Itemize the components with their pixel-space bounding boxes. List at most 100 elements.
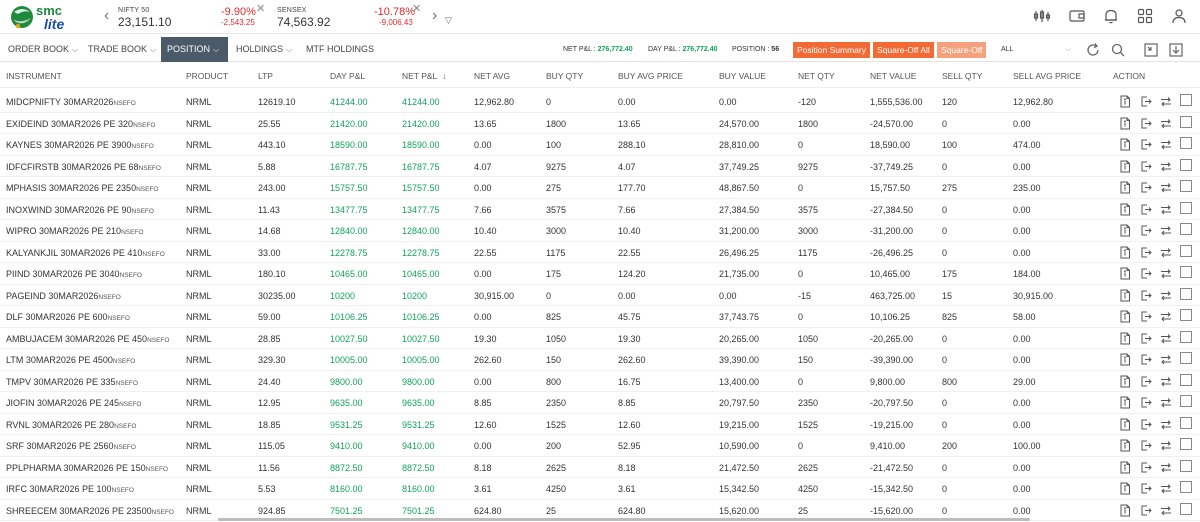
convert-position-icon[interactable] <box>1160 482 1172 495</box>
convert-position-icon[interactable] <box>1160 138 1172 151</box>
convert-position-icon[interactable] <box>1160 396 1172 409</box>
convert-position-icon[interactable] <box>1160 439 1172 452</box>
tab-mtf-holdings[interactable]: MTF HOLDINGS <box>300 37 380 62</box>
exit-position-icon[interactable] <box>1140 396 1152 409</box>
details-document-icon[interactable] <box>1119 439 1131 452</box>
row-select-checkbox[interactable] <box>1180 115 1192 128</box>
column-header-net-value[interactable]: NET VALUE <box>870 71 916 81</box>
details-document-icon[interactable] <box>1119 224 1131 237</box>
row-select-checkbox[interactable] <box>1180 395 1192 407</box>
convert-position-icon[interactable] <box>1160 332 1172 345</box>
exit-position-icon[interactable] <box>1140 482 1152 495</box>
column-header-buy-avg-price[interactable]: BUY AVG PRICE <box>618 71 683 81</box>
row-select-checkbox[interactable] <box>1180 137 1192 149</box>
exit-position-icon[interactable] <box>1140 138 1152 151</box>
table-row[interactable]: PIIND 30MAR2026 PE 3040NSEFO NRML 180.10 10… <box>0 263 1200 285</box>
details-document-icon[interactable] <box>1119 482 1131 495</box>
column-header-sell-qty[interactable]: SELL QTY <box>942 71 982 81</box>
table-row[interactable]: IRFC 30MAR2026 PE 100NSEFO NRML 5.53 8160.0… <box>0 478 1200 500</box>
convert-position-icon[interactable] <box>1160 375 1172 388</box>
convert-position-icon[interactable] <box>1160 160 1172 173</box>
exit-position-icon[interactable] <box>1140 418 1152 431</box>
details-document-icon[interactable] <box>1119 504 1131 517</box>
apps-grid-icon[interactable] <box>1136 8 1154 24</box>
details-document-icon[interactable] <box>1119 375 1131 388</box>
column-header-ltp[interactable]: LTP <box>258 71 273 81</box>
exit-position-icon[interactable] <box>1140 160 1152 173</box>
row-select-checkbox[interactable] <box>1180 416 1192 429</box>
details-document-icon[interactable] <box>1119 117 1131 130</box>
exit-position-icon[interactable] <box>1140 224 1152 237</box>
table-row[interactable]: LTM 30MAR2026 PE 4500NSEFO NRML 329.30 1000… <box>0 349 1200 371</box>
collapse-icon[interactable] <box>1143 42 1159 58</box>
table-row[interactable]: DLF 30MAR2026 PE 600NSEFO NRML 59.00 10106.… <box>0 306 1200 328</box>
exit-position-icon[interactable] <box>1140 439 1152 452</box>
column-header-net-avg[interactable]: NET AVG <box>474 71 510 81</box>
column-header-sell-avg-price[interactable]: SELL AVG PRICE <box>1013 71 1081 81</box>
horizontal-scrollbar[interactable] <box>218 518 1030 521</box>
table-row[interactable]: INOXWIND 30MAR2026 PE 90NSEFO NRML 11.43 13… <box>0 199 1200 220</box>
row-select-checkbox[interactable] <box>1180 180 1192 192</box>
exit-position-icon[interactable] <box>1140 181 1152 194</box>
square-off-all-button[interactable]: Square-Off All <box>873 42 934 58</box>
row-select-checkbox[interactable] <box>1180 201 1192 214</box>
exit-position-icon[interactable] <box>1140 203 1152 216</box>
details-document-icon[interactable] <box>1119 332 1131 345</box>
smc-lite-logo[interactable]: smc lite <box>8 2 88 32</box>
convert-position-icon[interactable] <box>1160 418 1172 431</box>
details-document-icon[interactable] <box>1119 246 1131 259</box>
table-row[interactable]: PPLPHARMA 30MAR2026 PE 150NSEFO NRML 11.56… <box>0 457 1200 478</box>
row-select-checkbox[interactable] <box>1180 438 1192 450</box>
index-dropdown-icon[interactable]: ▽ <box>445 12 452 28</box>
exit-position-icon[interactable] <box>1140 461 1152 474</box>
convert-position-icon[interactable] <box>1160 504 1172 517</box>
row-select-checkbox[interactable] <box>1180 330 1192 343</box>
details-document-icon[interactable] <box>1119 95 1131 108</box>
convert-position-icon[interactable] <box>1160 289 1172 302</box>
column-header-net-qty[interactable]: NET QTY <box>798 71 835 81</box>
row-select-checkbox[interactable] <box>1180 481 1192 493</box>
row-select-checkbox[interactable] <box>1180 287 1192 300</box>
prev-index-arrow-icon[interactable]: ‹ <box>104 8 109 24</box>
table-row[interactable]: SRF 30MAR2026 PE 2560NSEFO NRML 115.05 9410… <box>0 435 1200 457</box>
bell-icon[interactable] <box>1102 8 1120 24</box>
position-filter-select[interactable]: ALL ⌵ <box>997 43 1075 57</box>
table-row[interactable]: KALYANKJIL 30MAR2026 PE 410NSEFO NRML 33.0… <box>0 242 1200 263</box>
table-row[interactable]: WIPRO 30MAR2026 PE 210NSEFO NRML 14.68 1284… <box>0 220 1200 242</box>
convert-position-icon[interactable] <box>1160 117 1172 130</box>
convert-position-icon[interactable] <box>1160 267 1172 280</box>
search-icon[interactable] <box>1110 42 1126 58</box>
details-document-icon[interactable] <box>1119 138 1131 151</box>
table-row[interactable]: RVNL 30MAR2026 PE 280NSEFO NRML 18.85 9531.… <box>0 414 1200 435</box>
tab-position[interactable]: POSITION ⌵ <box>161 37 228 62</box>
position-summary-button[interactable]: Position Summary <box>793 42 870 58</box>
table-row[interactable]: AMBUJACEM 30MAR2026 PE 450NSEFO NRML 28.85… <box>0 328 1200 349</box>
convert-position-icon[interactable] <box>1160 310 1172 323</box>
exit-position-icon[interactable] <box>1140 95 1152 108</box>
row-select-checkbox[interactable] <box>1180 244 1192 257</box>
exit-position-icon[interactable] <box>1140 353 1152 366</box>
table-row[interactable]: JIOFIN 30MAR2026 PE 245NSEFO NRML 12.95 963… <box>0 392 1200 414</box>
row-select-checkbox[interactable] <box>1180 266 1192 278</box>
exit-position-icon[interactable] <box>1140 246 1152 259</box>
tab-holdings[interactable]: HOLDINGS ⌵ <box>230 37 298 62</box>
column-header-net-pnl[interactable]: NET P&L ↓ <box>402 71 447 81</box>
convert-position-icon[interactable] <box>1160 246 1172 259</box>
convert-position-icon[interactable] <box>1160 461 1172 474</box>
table-row[interactable]: PAGEIND 30MAR2026NSEFO NRML 30235.00 10200 1… <box>0 285 1200 306</box>
table-row[interactable]: TMPV 30MAR2026 PE 335NSEFO NRML 24.40 9800.… <box>0 371 1200 392</box>
convert-position-icon[interactable] <box>1160 181 1172 194</box>
details-document-icon[interactable] <box>1119 310 1131 323</box>
convert-position-icon[interactable] <box>1160 353 1172 366</box>
convert-position-icon[interactable] <box>1160 95 1172 108</box>
details-document-icon[interactable] <box>1119 461 1131 474</box>
user-icon[interactable] <box>1170 8 1188 24</box>
row-select-checkbox[interactable] <box>1180 158 1192 171</box>
details-document-icon[interactable] <box>1119 203 1131 216</box>
row-select-checkbox[interactable] <box>1180 502 1192 515</box>
table-row[interactable]: IDFCFIRSTB 30MAR2026 PE 68NSEFO NRML 5.88 1… <box>0 156 1200 177</box>
row-select-checkbox[interactable] <box>1180 459 1192 472</box>
chart-icon[interactable] <box>1033 8 1051 24</box>
convert-position-icon[interactable] <box>1160 203 1172 216</box>
exit-position-icon[interactable] <box>1140 117 1152 130</box>
